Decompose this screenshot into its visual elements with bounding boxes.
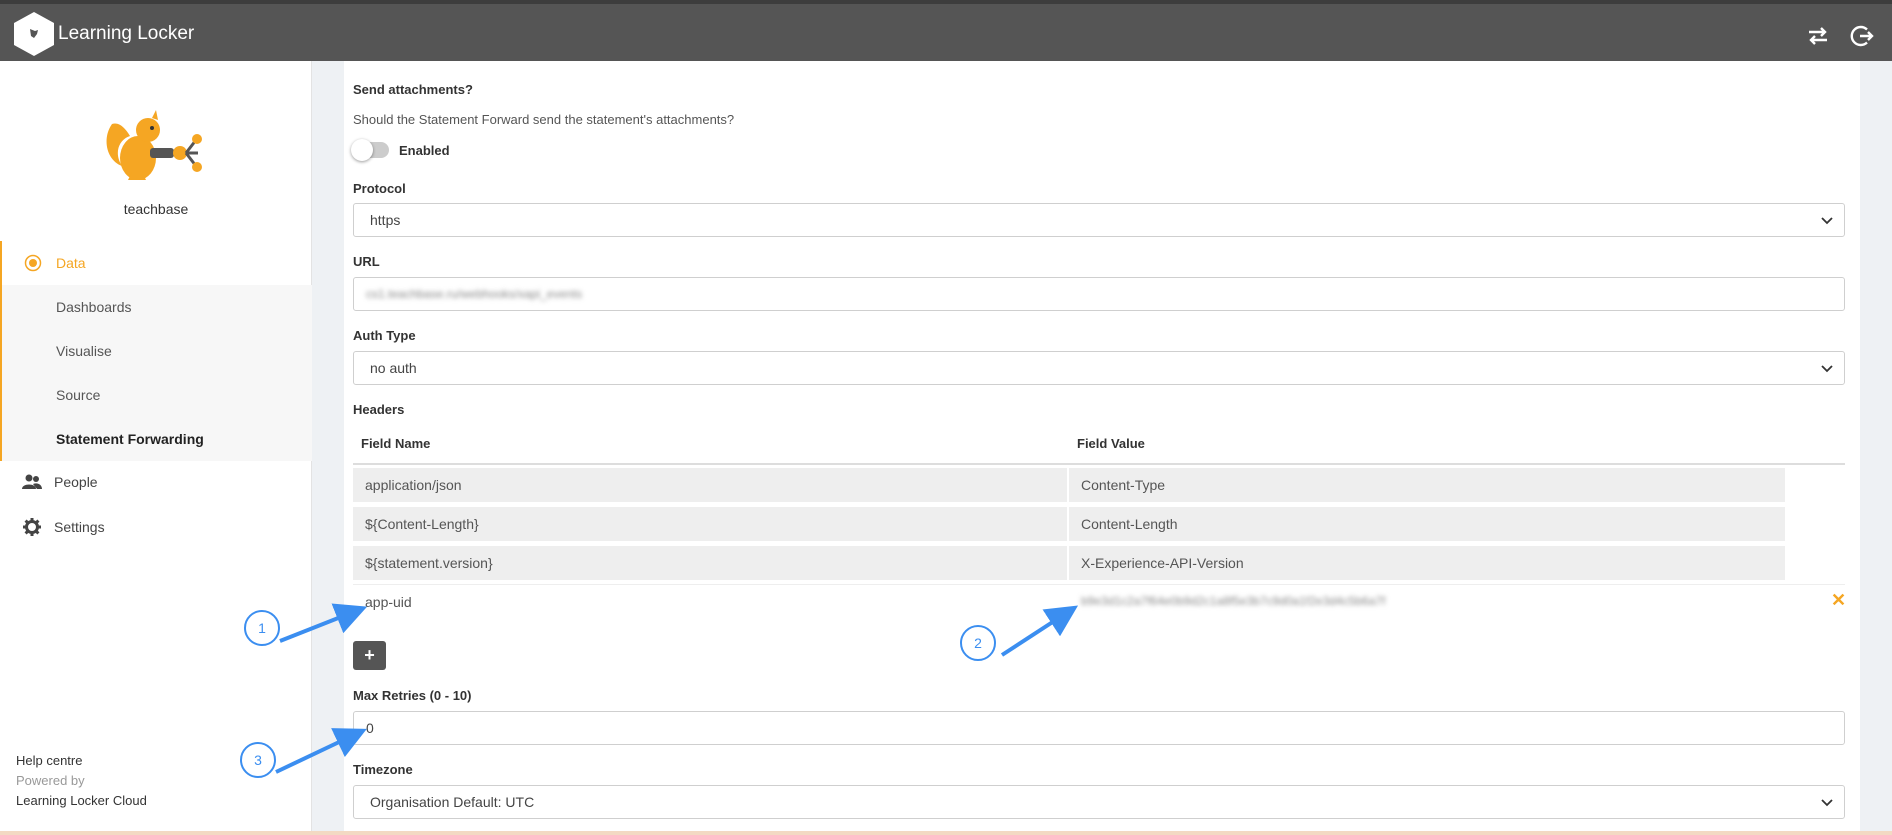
subnav-source[interactable]: Source <box>2 373 312 417</box>
auth-type-value: no auth <box>370 360 417 376</box>
headers-table-head: Field Name Field Value <box>353 428 1845 465</box>
protocol-value: https <box>370 212 401 228</box>
send-attachments-toggle[interactable] <box>351 139 389 161</box>
top-bar: Learning Locker <box>0 0 1892 61</box>
header-value-cell[interactable]: Content-Type <box>1069 468 1785 502</box>
logout-icon[interactable] <box>1848 22 1876 50</box>
nav-item-label: People <box>54 474 98 490</box>
subnav-statement-forwarding[interactable]: Statement Forwarding <box>2 417 312 461</box>
nav-item-label: Data <box>56 255 86 271</box>
radio-target-icon <box>24 254 42 272</box>
url-label: URL <box>353 254 380 269</box>
send-attachments-label: Send attachments? <box>353 82 473 97</box>
app-title: Learning Locker <box>58 23 195 44</box>
max-retries-label: Max Retries (0 - 10) <box>353 688 472 703</box>
protocol-label: Protocol <box>353 181 406 196</box>
org-logo-squirrel-icon <box>100 96 210 206</box>
nav-item-settings[interactable]: Settings <box>0 505 312 549</box>
enabled-label: Enabled <box>399 143 450 158</box>
callout-badge-3: 3 <box>240 742 276 778</box>
callout-badge-2: 2 <box>960 625 996 661</box>
nav-item-data[interactable]: Data <box>0 241 312 285</box>
switch-org-icon[interactable] <box>1804 22 1832 50</box>
header-name-input[interactable]: app-uid <box>365 594 412 610</box>
callout-badge-1: 1 <box>244 610 280 646</box>
add-header-button[interactable]: + <box>353 641 386 670</box>
max-retries-input[interactable]: 0 <box>353 711 1845 745</box>
header-name-cell[interactable]: application/json <box>353 468 1067 502</box>
nav-item-people[interactable]: People <box>0 460 312 504</box>
remove-header-icon[interactable]: ✕ <box>1831 590 1846 611</box>
gear-icon <box>22 517 42 537</box>
sidebar: teachbase Data Dashboards Visualise Sour… <box>0 61 312 831</box>
max-retries-value: 0 <box>366 720 374 736</box>
header-value-cell[interactable]: Content-Length <box>1069 507 1785 541</box>
header-value-input[interactable]: b9e3d1c2a7f64e0b9d2c1a8f5e3b7c9d0a1f2e3d… <box>1081 594 1385 608</box>
header-value-cell[interactable]: X-Experience-API-Version <box>1069 546 1785 580</box>
send-attachments-help: Should the Statement Forward send the st… <box>353 112 735 127</box>
org-name: teachbase <box>123 201 189 217</box>
data-subnav: Dashboards Visualise Source Statement Fo… <box>0 285 312 461</box>
subnav-dashboards[interactable]: Dashboards <box>2 285 312 329</box>
chevron-down-icon <box>1821 365 1833 373</box>
toggle-knob <box>351 139 373 161</box>
field-value-header: Field Value <box>1077 436 1145 451</box>
subnav-visualise[interactable]: Visualise <box>2 329 312 373</box>
powered-by-text: Powered by <box>16 773 85 788</box>
powered-by-link[interactable]: Learning Locker Cloud <box>16 793 147 808</box>
timezone-value: Organisation Default: UTC <box>370 794 535 810</box>
protocol-select[interactable]: https <box>353 203 1845 237</box>
headers-label: Headers <box>353 402 405 417</box>
bottom-edge <box>0 831 1892 835</box>
field-name-header: Field Name <box>361 436 431 451</box>
header-name-cell[interactable]: ${statement.version} <box>353 546 1067 580</box>
people-icon <box>22 472 42 492</box>
help-centre-link[interactable]: Help centre <box>16 753 82 768</box>
timezone-select[interactable]: Organisation Default: UTC <box>353 785 1845 819</box>
app-logo[interactable]: Learning Locker <box>14 12 194 56</box>
chevron-down-icon <box>1821 799 1833 807</box>
nav-item-label: Settings <box>54 519 105 535</box>
url-input[interactable]: cs1.teachbase.ru/webhooks/xapi_events <box>353 277 1845 311</box>
auth-type-label: Auth Type <box>353 328 416 343</box>
url-value: cs1.teachbase.ru/webhooks/xapi_events <box>366 287 583 301</box>
header-name-cell[interactable]: ${Content-Length} <box>353 507 1067 541</box>
chevron-down-icon <box>1821 217 1833 225</box>
timezone-label: Timezone <box>353 762 413 777</box>
auth-type-select[interactable]: no auth <box>353 351 1845 385</box>
logo-icon <box>14 12 54 56</box>
